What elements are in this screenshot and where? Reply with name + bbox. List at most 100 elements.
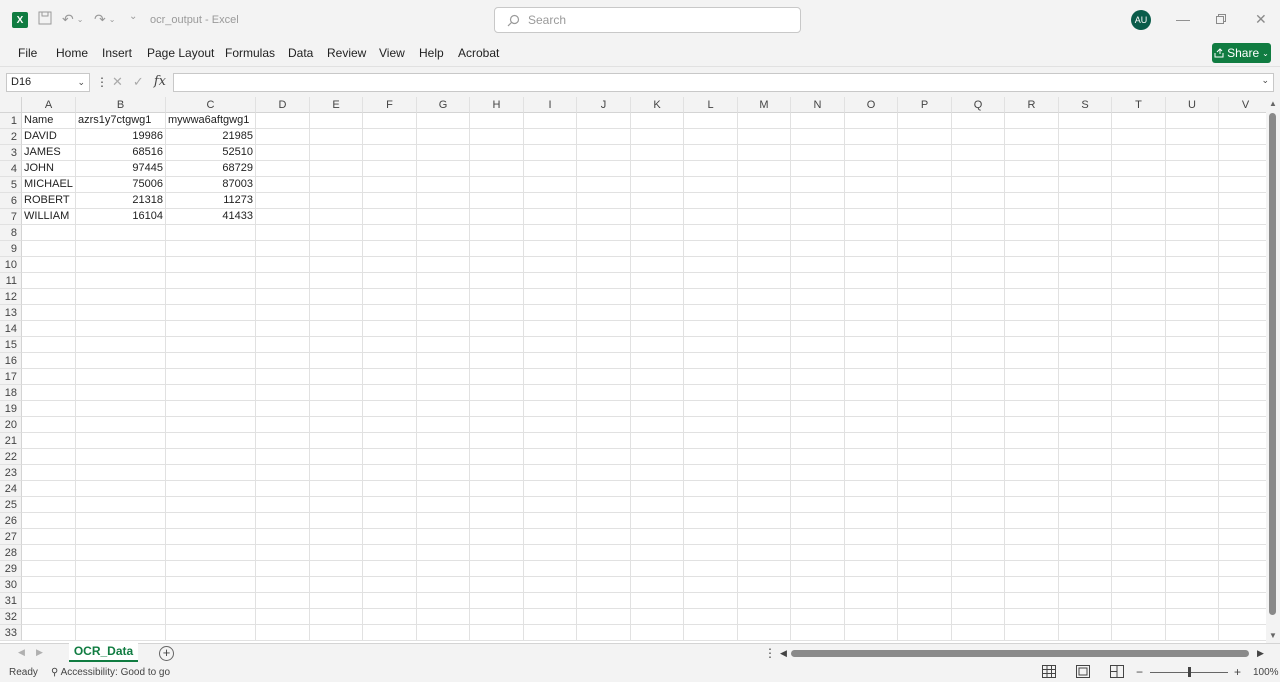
cell-c33[interactable] xyxy=(166,625,256,641)
cell-i24[interactable] xyxy=(524,481,577,497)
cell-d24[interactable] xyxy=(256,481,310,497)
cell-c24[interactable] xyxy=(166,481,256,497)
cell-n4[interactable] xyxy=(791,161,845,177)
cell-o17[interactable] xyxy=(845,369,898,385)
cell-h10[interactable] xyxy=(470,257,524,273)
cell-b21[interactable] xyxy=(76,433,166,449)
cell-u28[interactable] xyxy=(1166,545,1219,561)
search-box[interactable]: Search xyxy=(494,7,801,33)
cell-j25[interactable] xyxy=(577,497,631,513)
cell-m17[interactable] xyxy=(738,369,791,385)
cell-t12[interactable] xyxy=(1112,289,1166,305)
cell-h23[interactable] xyxy=(470,465,524,481)
tab-formulas[interactable]: Formulas xyxy=(225,46,275,60)
cell-o31[interactable] xyxy=(845,593,898,609)
cell-t32[interactable] xyxy=(1112,609,1166,625)
cell-d9[interactable] xyxy=(256,241,310,257)
select-all-corner[interactable] xyxy=(0,97,22,113)
cell-j32[interactable] xyxy=(577,609,631,625)
cell-u26[interactable] xyxy=(1166,513,1219,529)
zoom-level[interactable]: 100% xyxy=(1253,667,1279,678)
cell-t11[interactable] xyxy=(1112,273,1166,289)
cell-h17[interactable] xyxy=(470,369,524,385)
cell-n9[interactable] xyxy=(791,241,845,257)
column-header-a[interactable]: A xyxy=(22,97,76,113)
column-header-f[interactable]: F xyxy=(363,97,417,113)
tab-insert[interactable]: Insert xyxy=(102,46,132,60)
cell-c11[interactable] xyxy=(166,273,256,289)
cell-u33[interactable] xyxy=(1166,625,1219,641)
cell-h21[interactable] xyxy=(470,433,524,449)
cell-g12[interactable] xyxy=(417,289,470,305)
cell-o7[interactable] xyxy=(845,209,898,225)
cell-v1[interactable] xyxy=(1219,113,1273,129)
cell-t18[interactable] xyxy=(1112,385,1166,401)
row-header[interactable]: 9 xyxy=(0,241,22,257)
cell-i32[interactable] xyxy=(524,609,577,625)
normal-view-icon[interactable] xyxy=(1042,665,1056,678)
cell-b23[interactable] xyxy=(76,465,166,481)
cell-s9[interactable] xyxy=(1059,241,1112,257)
row-header[interactable]: 18 xyxy=(0,385,22,401)
cell-o12[interactable] xyxy=(845,289,898,305)
cell-q19[interactable] xyxy=(952,401,1005,417)
cell-o24[interactable] xyxy=(845,481,898,497)
column-header-c[interactable]: C xyxy=(166,97,256,113)
cell-f8[interactable] xyxy=(363,225,417,241)
cell-s8[interactable] xyxy=(1059,225,1112,241)
cell-a12[interactable] xyxy=(22,289,76,305)
tab-view[interactable]: View xyxy=(379,46,405,60)
cell-j8[interactable] xyxy=(577,225,631,241)
cell-e5[interactable] xyxy=(310,177,363,193)
cell-o29[interactable] xyxy=(845,561,898,577)
cell-b1[interactable]: azrs1y7ctgwg1 xyxy=(76,113,166,129)
cell-o8[interactable] xyxy=(845,225,898,241)
cell-e9[interactable] xyxy=(310,241,363,257)
cell-n12[interactable] xyxy=(791,289,845,305)
cell-t17[interactable] xyxy=(1112,369,1166,385)
cell-f17[interactable] xyxy=(363,369,417,385)
cell-i30[interactable] xyxy=(524,577,577,593)
row-header[interactable]: 33 xyxy=(0,625,22,641)
cell-j2[interactable] xyxy=(577,129,631,145)
cell-f19[interactable] xyxy=(363,401,417,417)
cell-s19[interactable] xyxy=(1059,401,1112,417)
row-header[interactable]: 5 xyxy=(0,177,22,193)
cell-t6[interactable] xyxy=(1112,193,1166,209)
scroll-right-icon[interactable]: ▶ xyxy=(1257,648,1264,659)
cell-m11[interactable] xyxy=(738,273,791,289)
cell-f7[interactable] xyxy=(363,209,417,225)
cell-a13[interactable] xyxy=(22,305,76,321)
cell-e10[interactable] xyxy=(310,257,363,273)
cell-s1[interactable] xyxy=(1059,113,1112,129)
cell-v16[interactable] xyxy=(1219,353,1273,369)
cell-i18[interactable] xyxy=(524,385,577,401)
row-header[interactable]: 30 xyxy=(0,577,22,593)
cell-u7[interactable] xyxy=(1166,209,1219,225)
cell-s15[interactable] xyxy=(1059,337,1112,353)
column-header-n[interactable]: N xyxy=(791,97,845,113)
cell-j4[interactable] xyxy=(577,161,631,177)
cell-m12[interactable] xyxy=(738,289,791,305)
cell-n1[interactable] xyxy=(791,113,845,129)
vertical-scrollbar[interactable]: ▲ ▼ xyxy=(1266,97,1280,643)
cell-s21[interactable] xyxy=(1059,433,1112,449)
cell-p10[interactable] xyxy=(898,257,952,273)
cell-r28[interactable] xyxy=(1005,545,1059,561)
cell-c20[interactable] xyxy=(166,417,256,433)
cell-a26[interactable] xyxy=(22,513,76,529)
cell-t27[interactable] xyxy=(1112,529,1166,545)
cell-p22[interactable] xyxy=(898,449,952,465)
cell-v29[interactable] xyxy=(1219,561,1273,577)
cell-u30[interactable] xyxy=(1166,577,1219,593)
cell-d7[interactable] xyxy=(256,209,310,225)
cell-f12[interactable] xyxy=(363,289,417,305)
cell-f21[interactable] xyxy=(363,433,417,449)
cell-f24[interactable] xyxy=(363,481,417,497)
cell-j29[interactable] xyxy=(577,561,631,577)
cell-b32[interactable] xyxy=(76,609,166,625)
cell-t31[interactable] xyxy=(1112,593,1166,609)
cell-e20[interactable] xyxy=(310,417,363,433)
column-header-e[interactable]: E xyxy=(310,97,363,113)
cell-e14[interactable] xyxy=(310,321,363,337)
